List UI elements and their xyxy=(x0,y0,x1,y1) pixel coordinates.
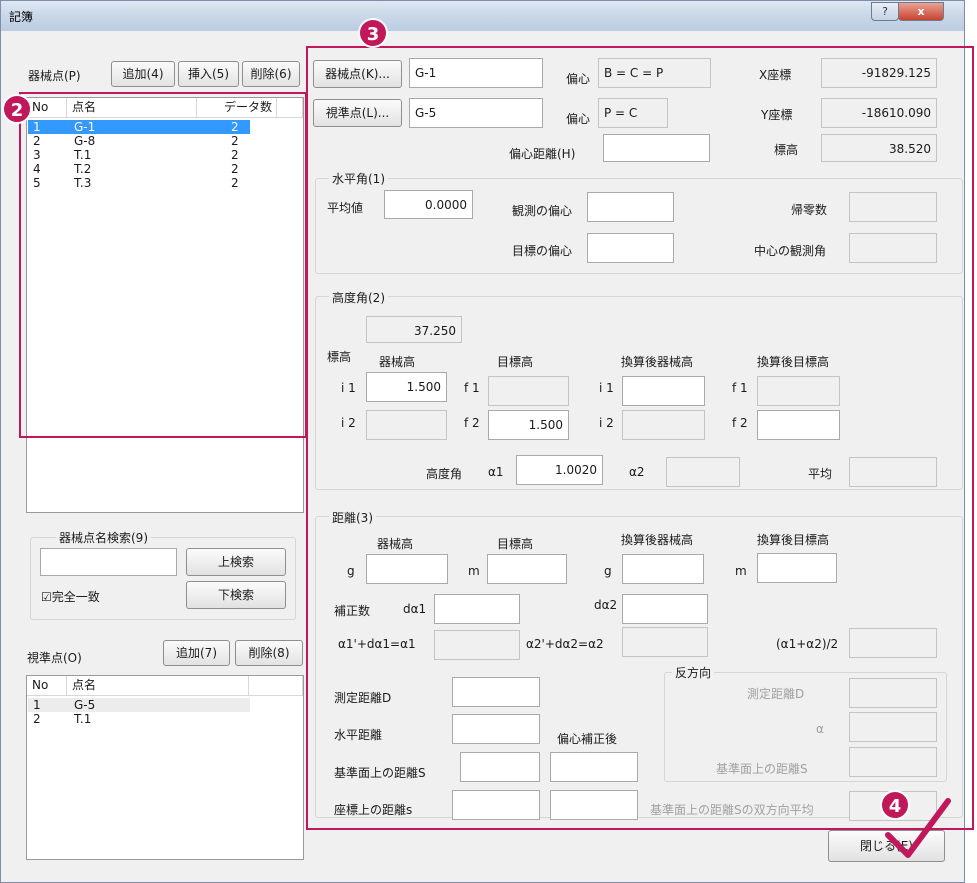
sight-list[interactable]: No 点名 1 G-5 2 T.1 xyxy=(26,675,304,860)
sight-col-header-no[interactable]: No xyxy=(27,676,67,696)
annotation-badge-2: 2 xyxy=(2,94,32,124)
sight-row-name: T.1 xyxy=(74,712,92,726)
search-up-button[interactable]: 上検索 xyxy=(186,548,286,576)
help-button[interactable]: ? xyxy=(871,2,899,21)
sight-point-label: 視準点(O) xyxy=(27,651,82,665)
insert-instrument-button[interactable]: 挿入(5) xyxy=(178,61,239,87)
sight-row-no: 1 xyxy=(33,698,41,712)
sight-row-no: 2 xyxy=(33,712,41,726)
checkbox-check-icon: ☑ xyxy=(41,590,52,604)
search-input[interactable] xyxy=(40,548,177,576)
close-window-button[interactable]: x xyxy=(898,2,944,21)
annotation-badge-3: 3 xyxy=(358,18,388,48)
annotation-frame-2 xyxy=(19,92,307,438)
window-title: 記簿 xyxy=(9,10,34,24)
annotation-checkmark-icon xyxy=(885,798,951,858)
annotation-frame-3 xyxy=(306,46,974,830)
sight-col-header-empty xyxy=(249,676,303,696)
instrument-point-label: 器械点(P) xyxy=(28,69,81,83)
title-bar[interactable]: 記簿 ? x xyxy=(1,1,964,31)
search-group-title: 器械点名検索(9) xyxy=(56,529,151,546)
sight-list-row[interactable]: 1 G-5 xyxy=(28,698,250,712)
sight-list-row[interactable]: 2 T.1 xyxy=(28,712,250,726)
sight-col-header-name[interactable]: 点名 xyxy=(67,676,249,696)
search-down-button[interactable]: 下検索 xyxy=(186,581,286,609)
add-sight-button[interactable]: 追加(7) xyxy=(163,640,230,666)
sight-row-name: G-5 xyxy=(74,698,96,712)
delete-sight-button[interactable]: 削除(8) xyxy=(235,640,303,666)
add-instrument-button[interactable]: 追加(4) xyxy=(111,61,175,87)
exact-match-checkbox[interactable]: ☑完全一致 xyxy=(41,588,100,605)
delete-instrument-button[interactable]: 削除(6) xyxy=(242,61,300,87)
